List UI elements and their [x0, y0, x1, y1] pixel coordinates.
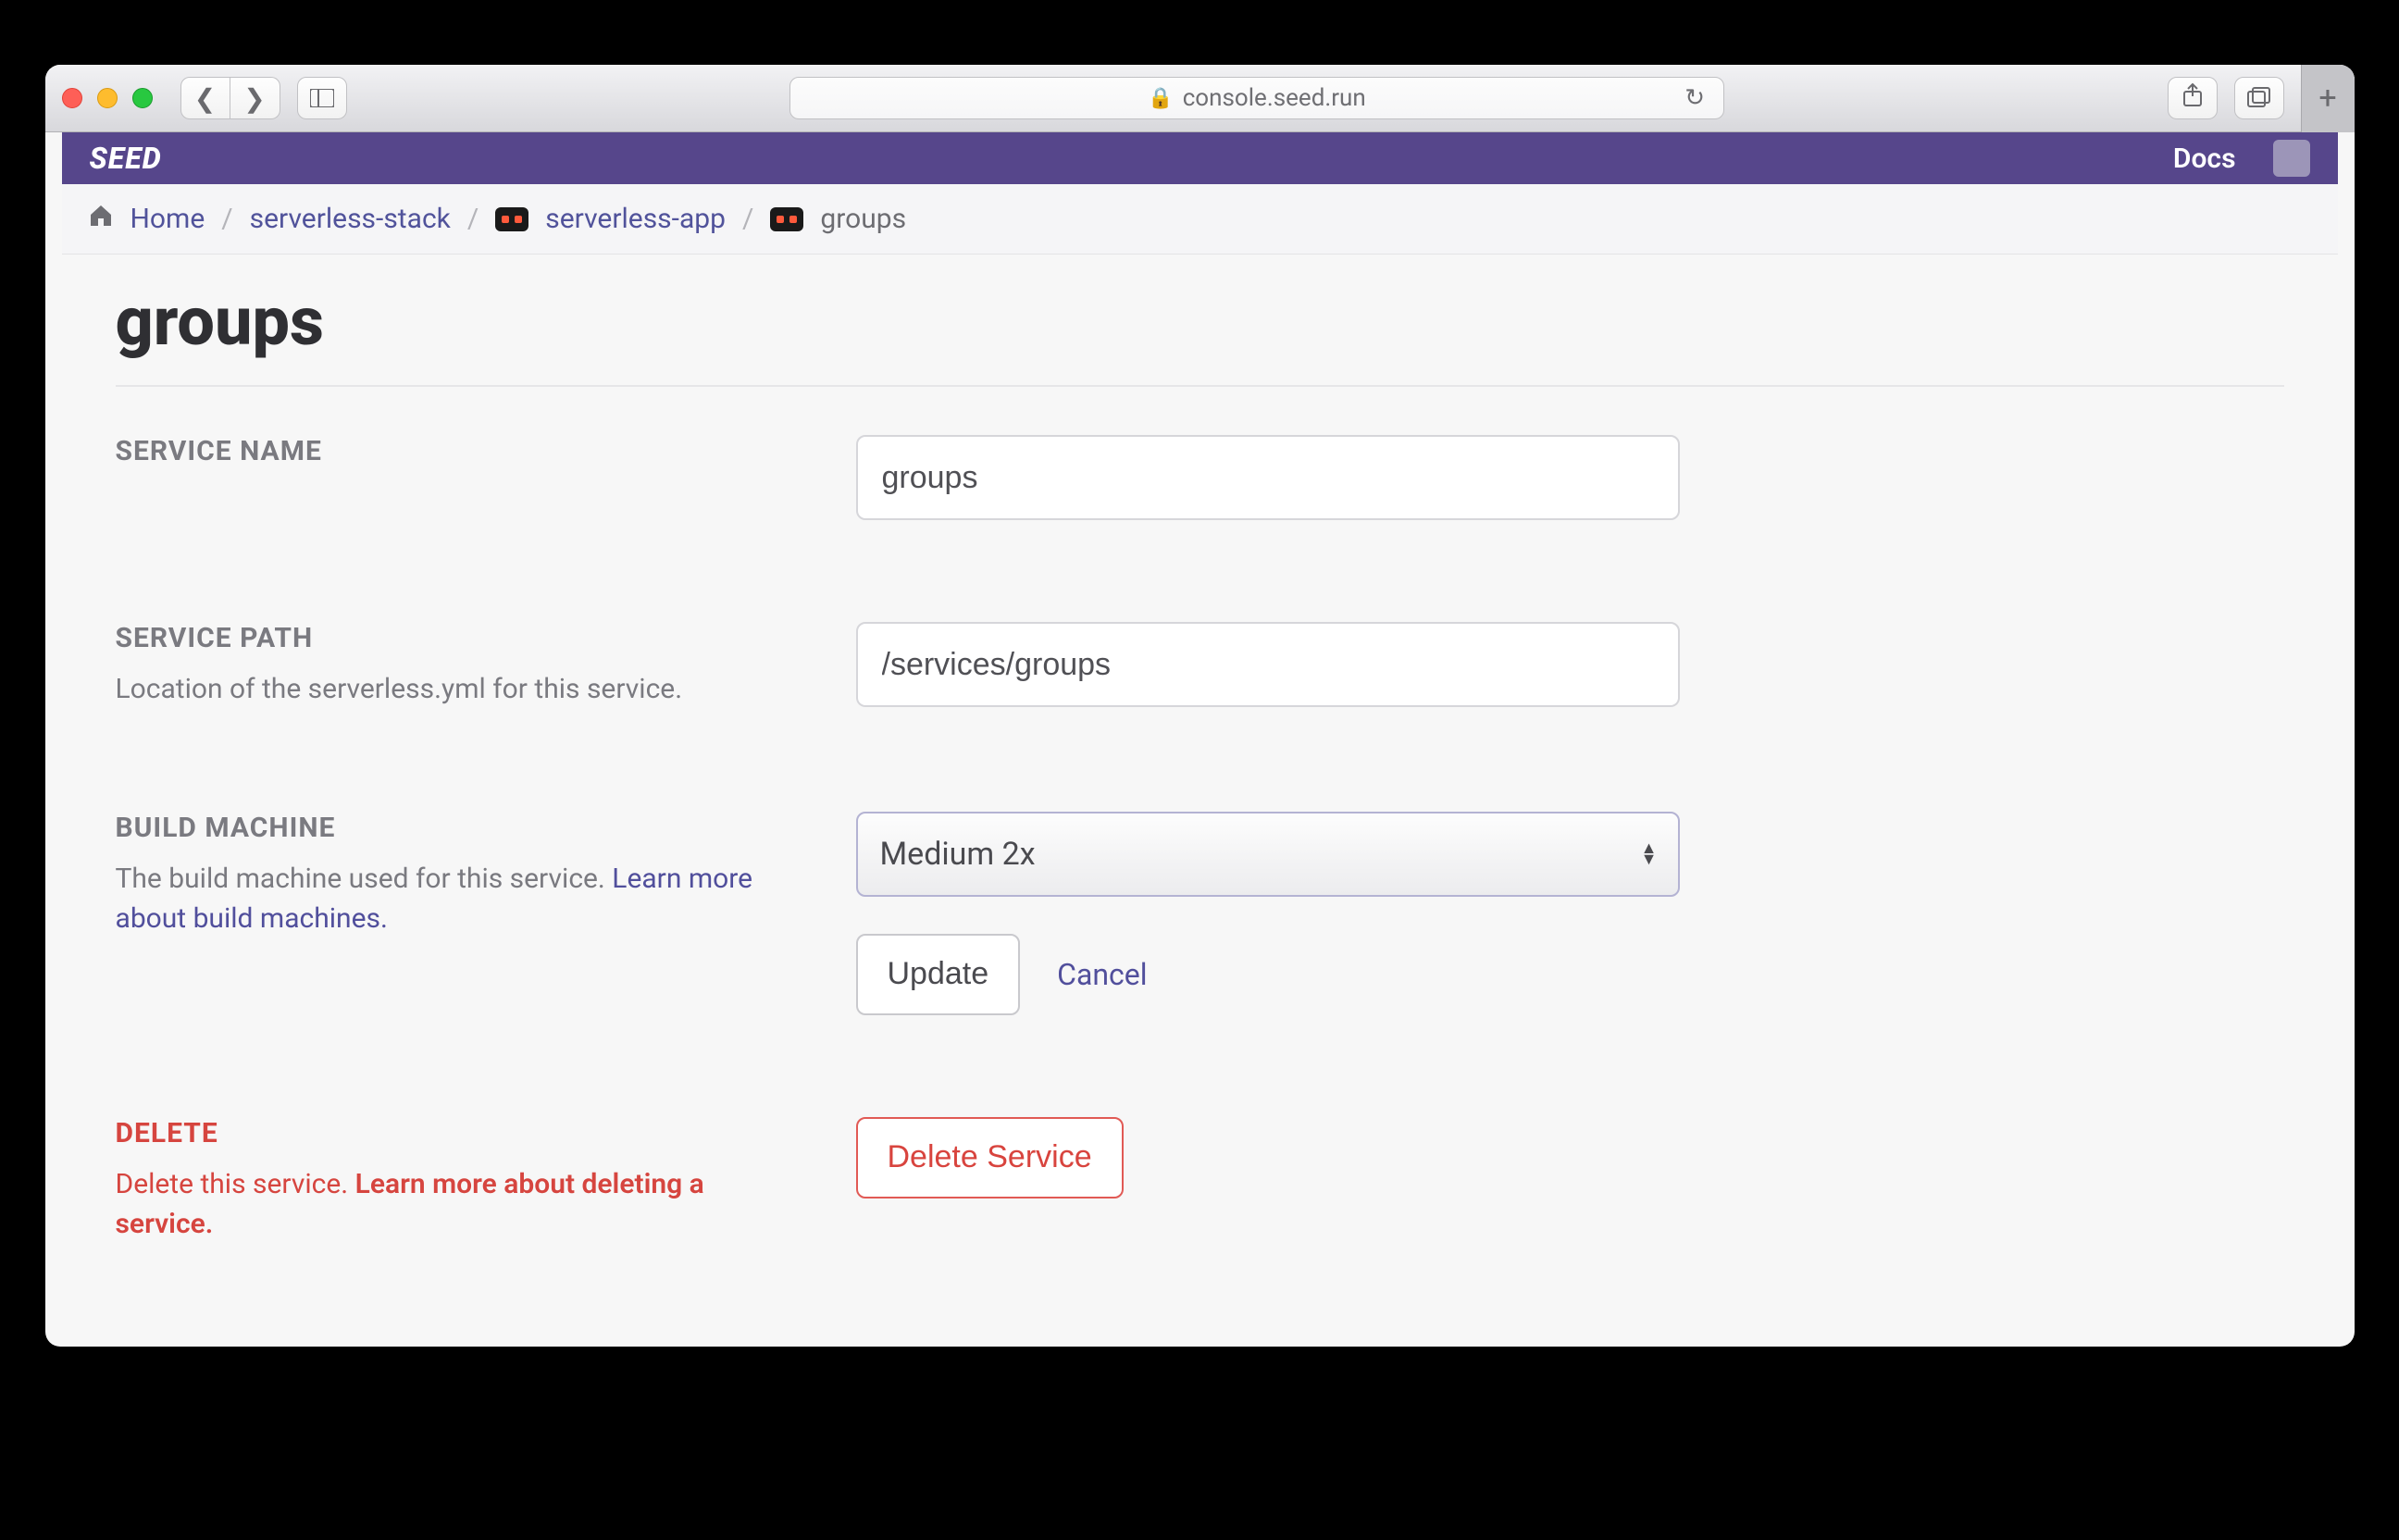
new-tab-button[interactable]: +: [2301, 65, 2355, 132]
chevron-left-icon: ❮: [194, 83, 216, 114]
build-machine-selected: Medium 2x: [880, 836, 1036, 873]
breadcrumb-sep: /: [742, 203, 753, 235]
app-icon: [495, 207, 528, 231]
nav-buttons: ❮ ❯: [180, 77, 280, 119]
app-header: SEED Docs: [62, 132, 2338, 184]
delete-row: DELETE Delete this service. Learn more a…: [116, 1117, 2284, 1245]
build-machine-actions: Update Cancel: [856, 934, 1680, 1015]
service-path-desc: Location of the serverless.yml for this …: [116, 669, 782, 710]
breadcrumb-sep: /: [467, 203, 479, 235]
zoom-window-button[interactable]: [132, 88, 153, 108]
brand-logo[interactable]: SEED: [90, 141, 162, 176]
avatar[interactable]: [2273, 140, 2310, 177]
build-machine-row: BUILD MACHINE The build machine used for…: [116, 812, 2284, 1015]
share-button[interactable]: [2168, 77, 2218, 119]
service-name-label: SERVICE NAME: [116, 435, 782, 467]
tabs-icon: [2247, 83, 2271, 114]
service-name-input[interactable]: [856, 435, 1680, 520]
window-controls: [62, 88, 153, 108]
update-button[interactable]: Update: [856, 934, 1021, 1015]
build-machine-label: BUILD MACHINE: [116, 812, 782, 844]
browser-window: ❮ ❯ 🔒 console.seed.run ↻: [45, 65, 2355, 1347]
back-button[interactable]: ❮: [180, 77, 230, 119]
service-icon: [770, 207, 803, 231]
breadcrumb-org[interactable]: serverless-stack: [250, 203, 451, 235]
share-icon: [2182, 83, 2203, 114]
safari-toolbar: ❮ ❯ 🔒 console.seed.run ↻: [45, 65, 2355, 132]
build-machine-select[interactable]: Medium 2x ▲▼: [856, 812, 1680, 897]
delete-desc-text: Delete this service.: [116, 1168, 355, 1200]
minimize-window-button[interactable]: [97, 88, 118, 108]
plus-icon: +: [2318, 80, 2336, 117]
build-machine-desc-text: The build machine used for this service.: [116, 863, 613, 895]
lock-icon: 🔒: [1148, 87, 1173, 110]
chevron-right-icon: ❯: [243, 83, 265, 114]
build-machine-desc: The build machine used for this service.…: [116, 859, 782, 939]
page-title: groups: [116, 282, 2284, 387]
breadcrumb-sep: /: [221, 203, 232, 235]
select-caret-icon: ▲▼: [1641, 844, 1658, 864]
service-name-row: SERVICE NAME: [116, 435, 2284, 520]
reload-icon[interactable]: ↻: [1684, 84, 1705, 112]
close-window-button[interactable]: [62, 88, 82, 108]
service-path-label: SERVICE PATH: [116, 622, 782, 654]
home-icon: [88, 204, 114, 234]
cancel-link[interactable]: Cancel: [1057, 957, 1147, 992]
tabs-button[interactable]: [2234, 77, 2284, 119]
delete-service-button[interactable]: Delete Service: [856, 1117, 1124, 1198]
breadcrumb-app[interactable]: serverless-app: [545, 203, 726, 235]
url-host: console.seed.run: [1183, 84, 1366, 112]
delete-desc: Delete this service. Learn more about de…: [116, 1164, 782, 1245]
breadcrumb-home[interactable]: Home: [131, 203, 205, 235]
url-bar[interactable]: 🔒 console.seed.run ↻: [789, 77, 1724, 119]
page-content: groups SERVICE NAME SERVICE PATH Locatio…: [62, 255, 2338, 1347]
service-path-input[interactable]: [856, 622, 1680, 707]
sidebar-icon: [310, 83, 334, 114]
breadcrumb: Home / serverless-stack / serverless-app…: [62, 184, 2338, 255]
sidebar-toggle-button[interactable]: [297, 77, 347, 119]
docs-link[interactable]: Docs: [2173, 143, 2236, 175]
delete-label: DELETE: [116, 1117, 782, 1149]
breadcrumb-current: groups: [820, 203, 906, 235]
service-path-row: SERVICE PATH Location of the serverless.…: [116, 622, 2284, 710]
forward-button[interactable]: ❯: [230, 77, 280, 119]
toolbar-right: +: [2168, 65, 2338, 132]
